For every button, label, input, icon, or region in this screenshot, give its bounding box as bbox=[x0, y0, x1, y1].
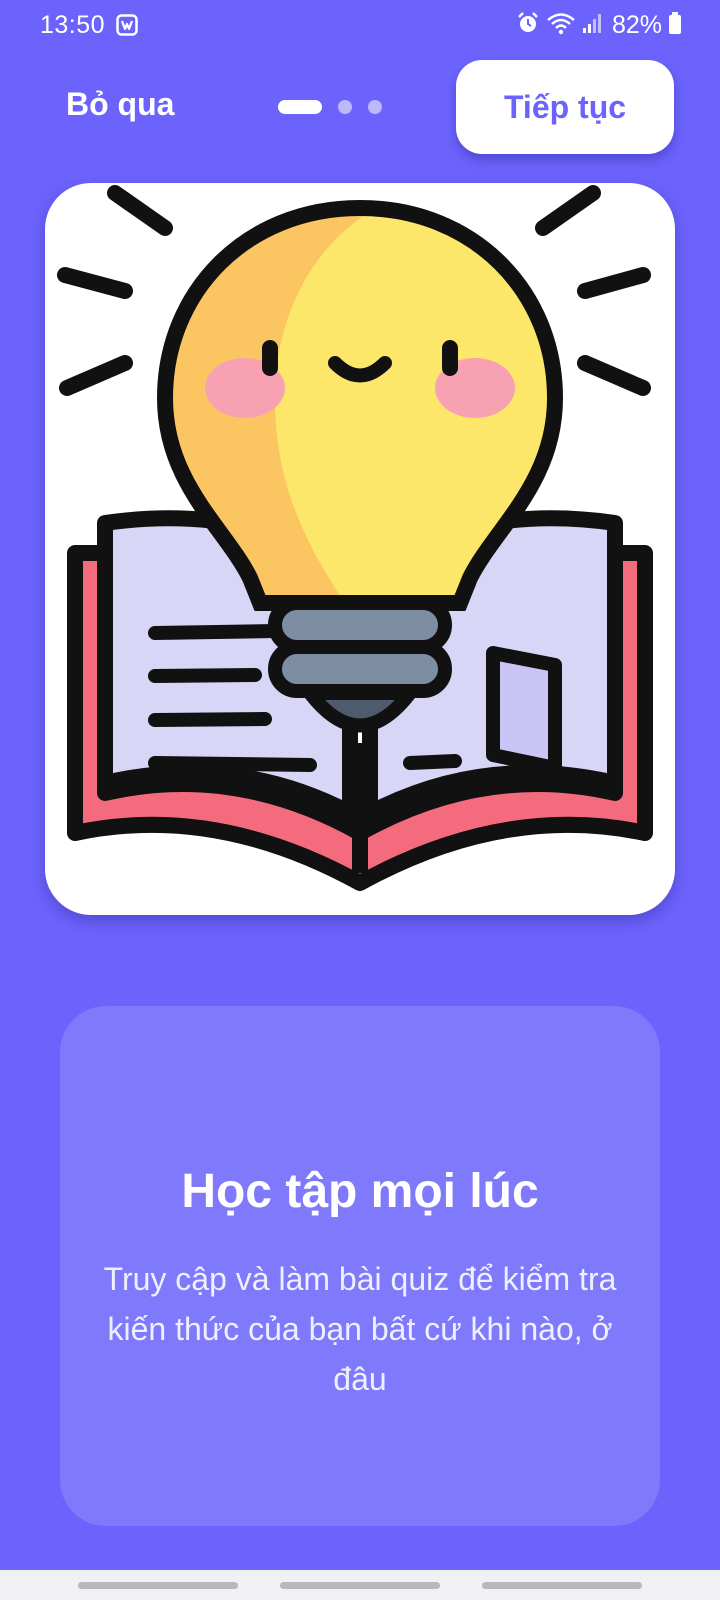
messenger-icon bbox=[116, 14, 138, 36]
nav-back-button[interactable] bbox=[482, 1582, 642, 1589]
status-icons: 82% bbox=[516, 10, 682, 40]
page-dot bbox=[338, 100, 352, 114]
alarm-icon bbox=[516, 11, 540, 40]
info-description: Truy cập và làm bài quiz để kiểm tra kiế… bbox=[103, 1261, 617, 1397]
battery-percent: 82% bbox=[611, 10, 662, 39]
system-nav-bar bbox=[0, 1570, 720, 1600]
nav-recent-button[interactable] bbox=[78, 1582, 238, 1589]
illustration-card bbox=[45, 183, 675, 915]
battery-icon bbox=[668, 11, 682, 40]
continue-button[interactable]: Tiếp tục bbox=[456, 60, 674, 154]
wifi-icon bbox=[546, 11, 576, 40]
page-indicator bbox=[278, 100, 382, 114]
info-card: Học tập mọi lúc Truy cập và làm bài quiz… bbox=[60, 1006, 660, 1526]
info-title: Học tập mọi lúc bbox=[181, 1165, 539, 1218]
page-dot bbox=[368, 100, 382, 114]
page-dot-active bbox=[278, 100, 322, 114]
status-bar: 13:50 82% bbox=[0, 0, 720, 52]
skip-button[interactable]: Bỏ qua bbox=[66, 86, 174, 123]
lightbulb-book-icon bbox=[57, 185, 653, 891]
nav-home-button[interactable] bbox=[280, 1582, 440, 1589]
signal-icon bbox=[582, 11, 602, 40]
status-time: 13:50 bbox=[40, 11, 106, 39]
onboarding-header: Bỏ qua Tiếp tục bbox=[0, 60, 720, 156]
